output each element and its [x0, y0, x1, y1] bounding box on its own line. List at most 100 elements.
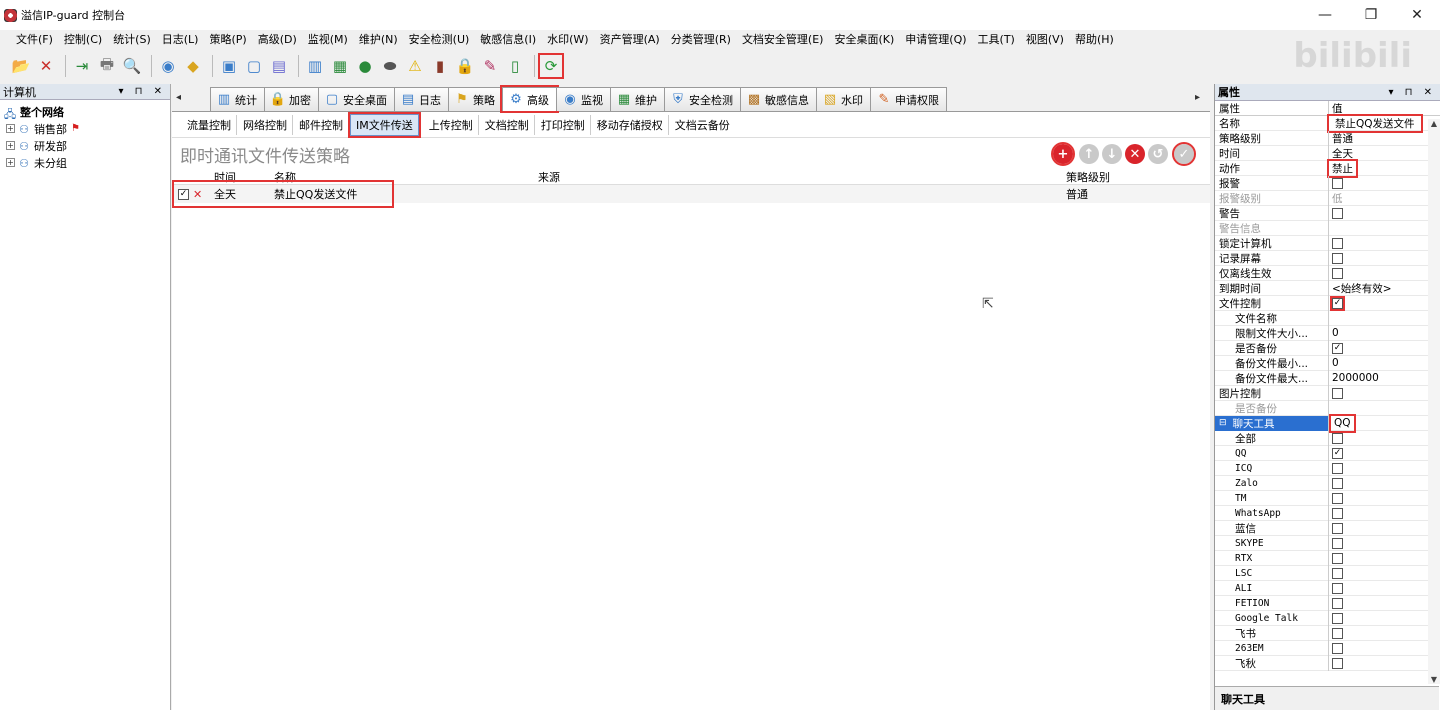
expand-icon[interactable]: +	[6, 141, 15, 150]
print-preview-icon[interactable]: 🔍	[121, 55, 143, 77]
lock-computer-checkbox[interactable]	[1332, 237, 1343, 249]
scroll-up-icon[interactable]: ▲	[1428, 119, 1440, 128]
property-value[interactable]: 普通	[1329, 131, 1353, 146]
menu-policy[interactable]: 策略(P)	[209, 31, 246, 47]
globe-icon[interactable]: ◉	[157, 55, 179, 77]
property-value[interactable]: 0	[1329, 356, 1339, 371]
refresh-icon[interactable]: ⟳	[538, 53, 564, 79]
menu-security-check[interactable]: 安全检测(U)	[409, 31, 470, 47]
menu-statistics[interactable]: 统计(S)	[113, 31, 151, 47]
menu-document-security[interactable]: 文档安全管理(E)	[742, 31, 824, 47]
property-row[interactable]: 限制文件大小... 0	[1215, 325, 1440, 341]
menu-advanced[interactable]: 高级(D)	[258, 31, 297, 47]
property-row[interactable]: LSC	[1215, 565, 1440, 581]
tab-sensitive-info[interactable]: ▩ 敏感信息	[740, 87, 817, 111]
subtab-cloud-backup[interactable]: 文档云备份	[670, 115, 735, 135]
property-value[interactable]: 2000000	[1329, 371, 1379, 386]
icq-checkbox[interactable]	[1332, 462, 1343, 474]
panel-controls[interactable]: ▾ ⊓ ✕	[118, 86, 166, 97]
property-value[interactable]	[1329, 311, 1332, 326]
property-row[interactable]: 全部	[1215, 430, 1440, 446]
menu-sensitive-info[interactable]: 敏感信息(I)	[480, 31, 536, 47]
qq-checkbox[interactable]: ✓	[1332, 447, 1343, 459]
maximize-button[interactable]: ❐	[1348, 0, 1394, 30]
property-row[interactable]: 仅离线生效	[1215, 265, 1440, 281]
property-row[interactable]: SKYPE	[1215, 535, 1440, 551]
backup-checkbox[interactable]: ✓	[1332, 342, 1343, 354]
property-row[interactable]: 文件名称	[1215, 310, 1440, 326]
property-row[interactable]: 策略级别 普通	[1215, 130, 1440, 146]
property-row[interactable]: 是否备份	[1215, 400, 1440, 416]
property-row-chat-tools[interactable]: ⊟ 聊天工具 QQ	[1215, 413, 1440, 433]
menu-asset-management[interactable]: 资产管理(A)	[600, 31, 660, 47]
move-up-icon[interactable]: ↑	[1079, 144, 1099, 164]
disk-icon[interactable]: ⬬	[379, 55, 401, 77]
subtab-traffic-control[interactable]: 流量控制	[182, 114, 237, 135]
warning-checkbox[interactable]	[1332, 207, 1343, 219]
tab-advanced[interactable]: ⚙ 高级	[500, 85, 559, 113]
table-row[interactable]: ✓ ✕ 全天 禁止QQ发送文件 普通	[172, 180, 1210, 208]
property-value[interactable]: <始终有效>	[1329, 281, 1392, 296]
feiqiu-checkbox[interactable]	[1332, 657, 1343, 669]
property-value[interactable]: 禁止QQ发送文件	[1327, 113, 1423, 133]
tab-scroll-left-icon[interactable]: ◂	[176, 92, 181, 103]
property-row[interactable]: QQ ✓	[1215, 445, 1440, 461]
row-checkbox[interactable]: ✓	[178, 188, 189, 200]
property-row[interactable]: 动作 禁止	[1215, 158, 1440, 178]
subtab-im-file-transfer[interactable]: IM文件传送	[348, 111, 421, 138]
property-row[interactable]: 263EM	[1215, 640, 1440, 656]
skype-checkbox[interactable]	[1332, 537, 1343, 549]
delete-icon[interactable]: ✕	[35, 55, 57, 77]
tree-item-sales[interactable]: + ⚇ 销售部 ⚑	[0, 120, 170, 137]
google-talk-checkbox[interactable]	[1332, 612, 1343, 624]
ali-checkbox[interactable]	[1332, 582, 1343, 594]
property-row[interactable]: 记录屏幕	[1215, 250, 1440, 266]
property-row[interactable]: 图片控制	[1215, 385, 1440, 401]
property-value[interactable]: 低	[1329, 191, 1343, 206]
earth-icon[interactable]: ●	[354, 55, 376, 77]
undo-icon[interactable]: ↺	[1148, 144, 1168, 164]
tree-item-whole-network[interactable]: 🖧 整个网络	[0, 103, 170, 121]
tab-encryption[interactable]: 🔒 加密	[264, 87, 319, 111]
tm-checkbox[interactable]	[1332, 492, 1343, 504]
column-source[interactable]: 来源	[538, 169, 1066, 185]
apply-icon[interactable]: ✓	[1172, 142, 1196, 166]
property-value[interactable]	[1329, 221, 1332, 236]
fetion-checkbox[interactable]	[1332, 597, 1343, 609]
lanxin-checkbox[interactable]	[1332, 522, 1343, 534]
tab-request-permission[interactable]: ✎ 申请权限	[870, 87, 947, 111]
column-level[interactable]: 策略级别	[1066, 169, 1146, 185]
menu-control[interactable]: 控制(C)	[64, 31, 102, 47]
property-row[interactable]: 警告信息	[1215, 220, 1440, 236]
import-icon[interactable]: ⇥	[71, 55, 93, 77]
property-value[interactable]: 禁止	[1327, 158, 1358, 178]
property-row[interactable]: ICQ	[1215, 460, 1440, 476]
tab-security-check[interactable]: ⛨ 安全检测	[664, 87, 741, 111]
all-checkbox[interactable]	[1332, 432, 1343, 444]
document-icon[interactable]: ▤	[268, 55, 290, 77]
menu-secure-desktop[interactable]: 安全桌面(K)	[834, 31, 894, 47]
tab-watermark[interactable]: ▧ 水印	[816, 87, 871, 111]
menu-monitor[interactable]: 监视(M)	[308, 31, 348, 47]
property-row[interactable]: 备份文件最小... 0	[1215, 355, 1440, 371]
property-row[interactable]: 名称 禁止QQ发送文件	[1215, 113, 1440, 133]
feishu-checkbox[interactable]	[1332, 627, 1343, 639]
tab-secure-desktop[interactable]: ▢ 安全桌面	[318, 87, 395, 111]
server-icon[interactable]: ▥	[304, 55, 326, 77]
file-control-checkbox[interactable]: ✓	[1330, 295, 1345, 311]
property-row[interactable]: WhatsApp	[1215, 505, 1440, 521]
property-row[interactable]: 报警级别 低	[1215, 190, 1440, 206]
menu-maintenance[interactable]: 维护(N)	[359, 31, 398, 47]
panel-controls[interactable]: ▾ ⊓ ✕	[1388, 87, 1436, 98]
tab-scroll-right-icon[interactable]: ▸	[1195, 92, 1200, 103]
menu-request-management[interactable]: 申请管理(Q)	[905, 31, 966, 47]
property-row[interactable]: ALI	[1215, 580, 1440, 596]
property-row[interactable]: RTX	[1215, 550, 1440, 566]
property-row[interactable]: FETION	[1215, 595, 1440, 611]
alarm-checkbox[interactable]	[1332, 177, 1343, 189]
expand-icon[interactable]: +	[6, 158, 15, 167]
print-icon[interactable]: 🖶	[96, 55, 118, 77]
property-value[interactable]: 全天	[1329, 146, 1353, 161]
rtx-checkbox[interactable]	[1332, 552, 1343, 564]
lsc-checkbox[interactable]	[1332, 567, 1343, 579]
